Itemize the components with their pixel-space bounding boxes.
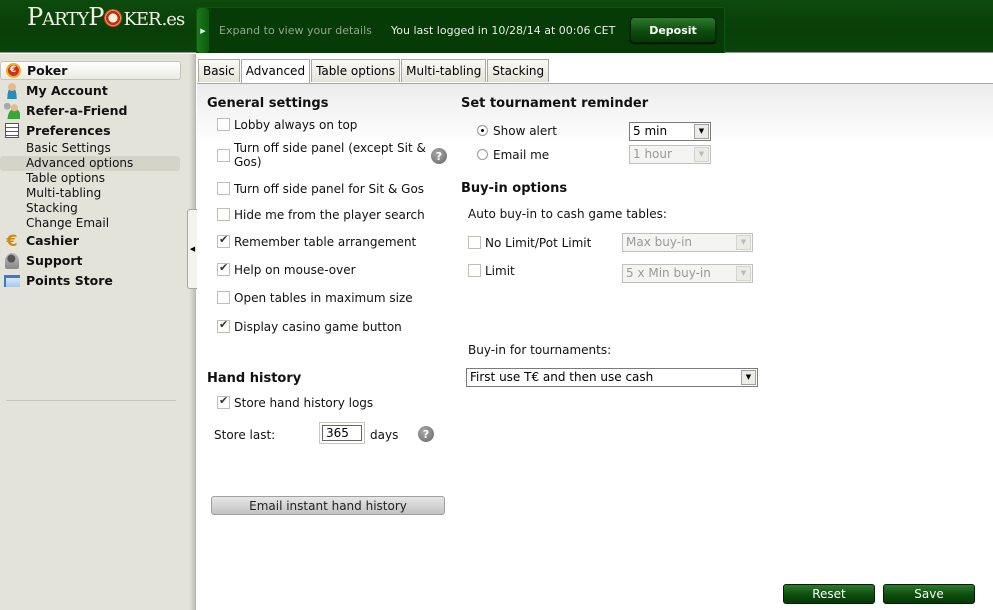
tournament-buyin-label: Buy-in for tournaments: bbox=[468, 343, 612, 357]
expand-details-link[interactable]: Expand to view your details bbox=[219, 24, 372, 37]
show-alert-radio[interactable] bbox=[477, 125, 488, 136]
limit-label: Limit bbox=[485, 264, 515, 278]
days-label: days bbox=[370, 428, 399, 442]
buyin-options-heading: Buy-in options bbox=[461, 181, 568, 196]
email-me-radio[interactable] bbox=[477, 149, 488, 160]
sidebar-subitem-multi-tabling[interactable]: Multi-tabling bbox=[0, 186, 180, 201]
open-tables-max-size-checkbox[interactable] bbox=[217, 291, 230, 304]
turn-off-side-panel-checkbox[interactable] bbox=[217, 149, 230, 162]
turn-off-side-panel-label-line2: Gos) bbox=[234, 155, 262, 169]
limit-buyin-select[interactable]: 5 x Min buy-in ▼ bbox=[622, 264, 753, 283]
dropdown-arrow-icon: ▼ bbox=[694, 147, 709, 162]
open-tables-max-size-label: Open tables in maximum size bbox=[234, 291, 413, 305]
user-icon bbox=[2, 82, 22, 100]
sidebar-item-my-account[interactable]: My Account bbox=[0, 81, 181, 100]
partypoker-logo: P ARTY P KER .es bbox=[27, 3, 185, 31]
points-store-icon bbox=[2, 272, 22, 290]
no-limit-pot-limit-label: No Limit/Pot Limit bbox=[485, 236, 592, 250]
collapse-sidebar-button[interactable]: ◀ bbox=[187, 209, 197, 289]
turn-off-side-panel-sng-checkbox[interactable] bbox=[217, 182, 230, 195]
show-alert-time-select[interactable]: 5 min ▼ bbox=[629, 122, 711, 141]
refer-friend-icon bbox=[2, 102, 22, 120]
hide-from-player-search-label: Hide me from the player search bbox=[234, 208, 425, 222]
sidebar-item-poker[interactable]: € Poker bbox=[0, 61, 181, 80]
tournament-buyin-select[interactable]: First use T€ and then use cash ▼ bbox=[466, 368, 758, 387]
last-login-text: You last logged in 10/28/14 at 00:06 CET bbox=[391, 24, 616, 37]
chevron-left-icon: ◀ bbox=[189, 245, 196, 253]
poker-chip-icon: € bbox=[3, 62, 23, 80]
header: P ARTY P KER .es ▶ Expand to view your detai… bbox=[0, 0, 993, 53]
hand-history-heading: Hand history bbox=[207, 371, 302, 386]
sidebar-subitem-advanced-options[interactable]: Advanced options bbox=[0, 156, 180, 171]
display-casino-button-label: Display casino game button bbox=[234, 320, 402, 334]
dropdown-arrow-icon: ▼ bbox=[736, 235, 751, 250]
store-last-days-field-wrapper bbox=[319, 422, 365, 444]
email-me-label: Email me bbox=[493, 148, 550, 162]
lobby-always-on-top-checkbox[interactable] bbox=[217, 118, 230, 131]
auto-buyin-label: Auto buy-in to cash game tables: bbox=[468, 207, 667, 221]
advanced-options-panel: General settings Lobby always on top Tur… bbox=[197, 83, 993, 610]
remember-table-arrangement-checkbox[interactable] bbox=[217, 233, 230, 248]
sidebar-item-preferences[interactable]: Preferences bbox=[0, 121, 181, 140]
store-last-days-input[interactable] bbox=[322, 425, 362, 441]
sidebar-subitem-basic-settings[interactable]: Basic Settings bbox=[0, 141, 180, 156]
sidebar-subitem-stacking[interactable]: Stacking bbox=[0, 201, 180, 216]
support-icon bbox=[2, 252, 22, 270]
dropdown-arrow-icon: ▼ bbox=[694, 124, 709, 139]
help-icon[interactable]: ? bbox=[431, 148, 447, 164]
limit-checkbox[interactable] bbox=[468, 264, 481, 277]
hide-from-player-search-checkbox[interactable] bbox=[217, 208, 230, 221]
sidebar-item-points-store[interactable]: Points Store bbox=[0, 271, 181, 290]
remember-table-arrangement-label: Remember table arrangement bbox=[234, 235, 417, 249]
email-me-time-select[interactable]: 1 hour ▼ bbox=[629, 145, 711, 164]
lobby-always-on-top-label: Lobby always on top bbox=[234, 118, 358, 132]
tab-multi-tabling[interactable]: Multi-tabling bbox=[401, 59, 487, 82]
tournament-reminder-heading: Set tournament reminder bbox=[461, 96, 649, 111]
show-alert-label: Show alert bbox=[493, 124, 557, 138]
turn-off-side-panel-label: Turn off side panel (except Sit & bbox=[234, 141, 426, 155]
reset-button[interactable]: Reset bbox=[783, 584, 875, 604]
sidebar-item-cashier[interactable]: € Cashier bbox=[0, 231, 181, 250]
tab-basic[interactable]: Basic bbox=[198, 59, 240, 82]
email-instant-hand-history-button[interactable]: Email instant hand history bbox=[211, 496, 445, 515]
store-last-label: Store last: bbox=[214, 428, 276, 442]
store-hand-history-checkbox[interactable] bbox=[217, 394, 230, 409]
turn-off-side-panel-sng-label: Turn off side panel for Sit & Gos bbox=[234, 182, 425, 196]
no-limit-buyin-select[interactable]: Max buy-in ▼ bbox=[622, 233, 753, 252]
cashier-icon: € bbox=[6, 231, 18, 250]
sidebar-subitem-change-email[interactable]: Change Email bbox=[0, 216, 180, 231]
tab-stacking[interactable]: Stacking bbox=[487, 59, 550, 82]
help-on-mouse-over-label: Help on mouse-over bbox=[234, 263, 356, 277]
sidebar-subitem-table-options[interactable]: Table options bbox=[0, 171, 180, 186]
no-limit-pot-limit-checkbox[interactable] bbox=[468, 236, 481, 249]
expand-details-button[interactable]: ▶ bbox=[197, 8, 209, 53]
display-casino-button-checkbox[interactable] bbox=[217, 318, 230, 333]
user-details-bar: ▶ Expand to view your details You last l… bbox=[196, 7, 725, 53]
save-button[interactable]: Save bbox=[883, 584, 975, 604]
tab-advanced[interactable]: Advanced bbox=[240, 59, 311, 83]
dropdown-arrow-icon: ▼ bbox=[741, 370, 756, 385]
poker-chip-logo-icon bbox=[104, 9, 123, 27]
tab-table-options[interactable]: Table options bbox=[311, 59, 401, 82]
help-icon[interactable]: ? bbox=[418, 426, 434, 442]
general-settings-heading: General settings bbox=[207, 96, 329, 111]
sidebar-item-support[interactable]: Support bbox=[0, 251, 181, 270]
help-on-mouse-over-checkbox[interactable] bbox=[217, 261, 230, 276]
sidebar-item-refer-a-friend[interactable]: Refer-a-Friend bbox=[0, 101, 181, 120]
sidebar: € Poker My Account Refer-a-Friend Prefer… bbox=[0, 54, 196, 610]
chevron-right-icon: ▶ bbox=[200, 26, 206, 35]
settings-tabs: Basic Advanced Table options Multi-tabli… bbox=[198, 59, 550, 83]
store-hand-history-label: Store hand history logs bbox=[234, 396, 374, 410]
preferences-icon bbox=[2, 122, 22, 140]
sidebar-divider bbox=[6, 400, 176, 401]
dropdown-arrow-icon: ▼ bbox=[736, 266, 751, 281]
deposit-button[interactable]: Deposit bbox=[630, 17, 716, 43]
